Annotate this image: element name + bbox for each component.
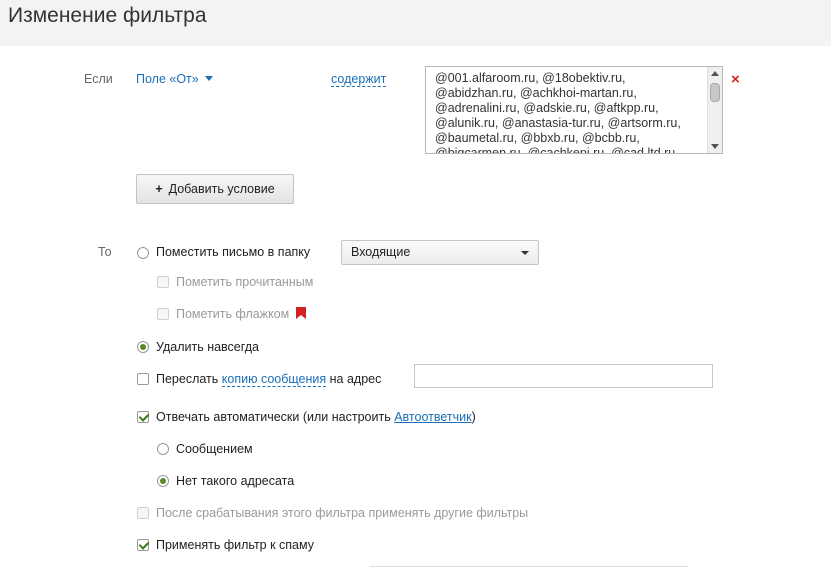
reply-no-such-user-radio[interactable] [157, 475, 169, 487]
condition-value-textarea[interactable]: @001.alfaroom.ru, @18obektiv.ru, @abidzh… [425, 66, 723, 154]
chevron-down-icon [521, 251, 529, 255]
chevron-down-icon [204, 76, 213, 81]
page-title: Изменение фильтра [8, 4, 207, 27]
mark-read-label: Пометить прочитанным [176, 275, 314, 289]
condition-value-text: @001.alfaroom.ru, @18obektiv.ru, @abidzh… [435, 71, 681, 153]
move-to-folder-radio[interactable] [137, 247, 149, 259]
folder-select[interactable]: Входящие [341, 240, 539, 265]
scroll-down-icon[interactable] [711, 144, 719, 149]
textarea-scrollbar[interactable] [707, 67, 722, 153]
operator-label: содержит [331, 72, 387, 87]
scroll-thumb[interactable] [710, 83, 720, 102]
reply-message-label: Сообщением [176, 442, 253, 456]
forward-checkbox[interactable] [137, 373, 149, 385]
flag-icon [296, 307, 306, 319]
divider [370, 566, 688, 567]
forward-row-text: Переслать копию сообщения на адрес [156, 372, 382, 387]
delete-forever-radio[interactable] [137, 341, 149, 353]
autoreply-checkbox[interactable] [137, 411, 149, 423]
mark-read-checkbox[interactable] [157, 276, 169, 288]
add-condition-label: Добавить условие [168, 182, 275, 196]
autoreply-prefix: Отвечать автоматически (или настроить [156, 410, 391, 424]
autoreply-row-text: Отвечать автоматически (или настроить Ав… [156, 410, 476, 424]
forward-suffix: на адрес [329, 372, 382, 386]
plus-icon: + [155, 182, 163, 196]
forward-copy-link[interactable]: копию сообщения [221, 372, 327, 387]
forward-prefix: Переслать [156, 372, 219, 386]
forward-address-input[interactable] [414, 364, 713, 388]
then-label: То [98, 245, 112, 259]
apply-to-spam-label: Применять фильтр к спаму [156, 538, 314, 552]
apply-other-filters-checkbox[interactable] [137, 507, 149, 519]
mark-flag-checkbox[interactable] [157, 308, 169, 320]
remove-condition-icon[interactable]: × [731, 71, 740, 88]
field-dropdown-label: Поле «От» [136, 72, 199, 86]
scroll-up-icon[interactable] [711, 71, 719, 76]
add-condition-button[interactable]: + Добавить условие [136, 174, 294, 204]
page-header: Изменение фильтра [0, 0, 831, 46]
operator-dropdown[interactable]: содержит [331, 72, 387, 87]
move-to-folder-label: Поместить письмо в папку [156, 245, 311, 259]
reply-message-radio[interactable] [157, 443, 169, 455]
delete-forever-label: Удалить навсегда [156, 340, 259, 354]
autoreply-suffix: ) [471, 410, 476, 424]
apply-other-filters-label: После срабатывания этого фильтра применя… [156, 506, 529, 520]
if-label: Если [84, 72, 113, 86]
field-dropdown[interactable]: Поле «От» [136, 72, 213, 86]
apply-to-spam-checkbox[interactable] [137, 539, 149, 551]
autoreply-settings-link[interactable]: Автоответчик [394, 410, 471, 424]
mark-flag-label: Пометить флажком [176, 307, 290, 321]
reply-no-such-user-label: Нет такого адресата [176, 474, 295, 488]
folder-select-value: Входящие [351, 245, 411, 259]
